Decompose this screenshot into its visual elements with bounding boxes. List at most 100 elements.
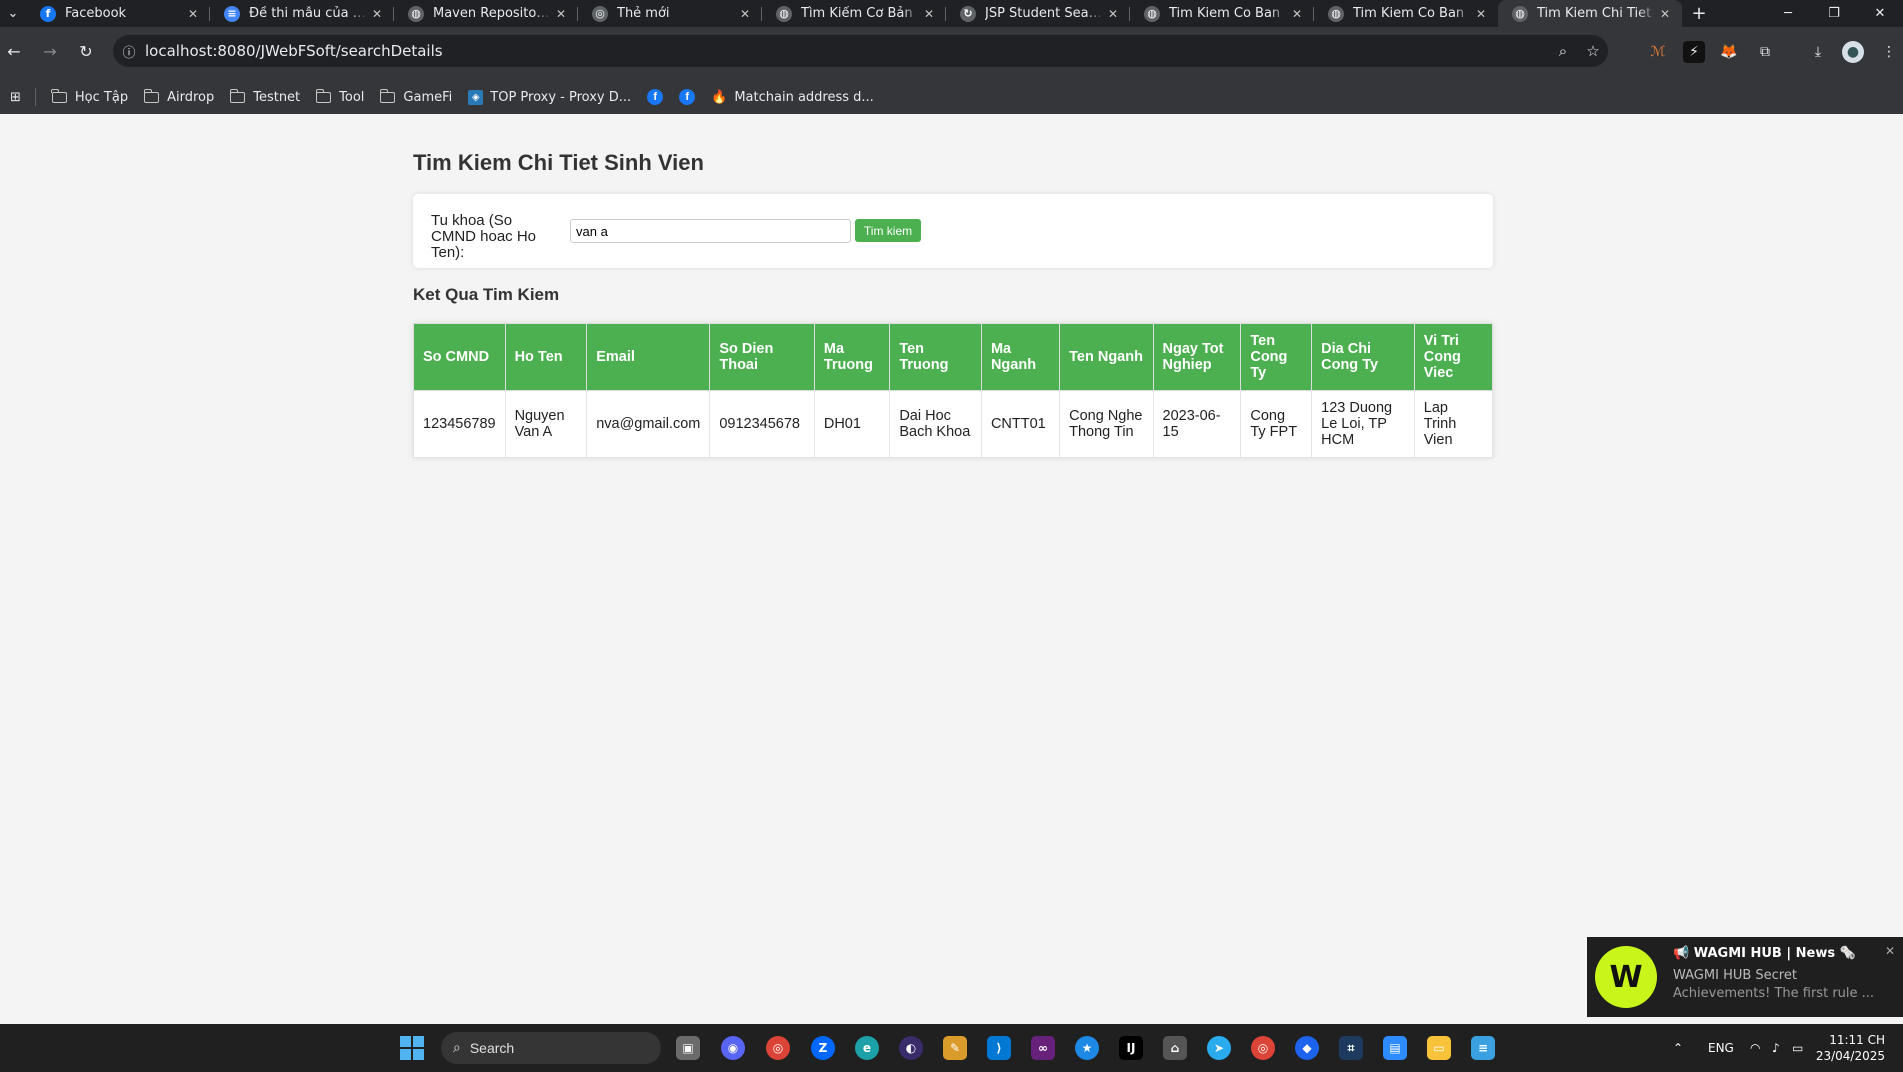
close-tab-icon[interactable]: ✕ xyxy=(1104,5,1122,23)
extension-icon[interactable]: ⚡ xyxy=(1683,41,1705,63)
browser-tab[interactable]: ◍ Tim Kiem Chi Tiet ✕ xyxy=(1498,0,1682,27)
intellij-icon[interactable]: IJ xyxy=(1119,1036,1143,1060)
facebook-icon: f xyxy=(40,5,56,22)
close-tab-icon[interactable]: ✕ xyxy=(184,5,202,23)
table-cell: Cong Ty FPT xyxy=(1240,390,1313,458)
close-tab-icon[interactable]: ✕ xyxy=(368,5,386,23)
close-tab-icon[interactable]: ✕ xyxy=(736,5,754,23)
bookmark-star-icon[interactable]: ☆ xyxy=(1578,42,1608,60)
bookmark-matchain[interactable]: 🔥 Matchain address d... xyxy=(711,90,874,105)
browser-tab[interactable]: ◍ Tim Kiem Co Ban ✕ xyxy=(1130,0,1314,27)
search-input[interactable] xyxy=(570,219,851,243)
table-cell: DH01 xyxy=(813,390,891,458)
close-window-icon[interactable]: ✕ xyxy=(1857,0,1903,27)
chrome-icon[interactable]: ◎ xyxy=(766,1036,790,1060)
metamask-icon[interactable]: 🦊 xyxy=(1718,41,1740,63)
menu-dots-icon[interactable]: ⋮ xyxy=(1878,41,1900,63)
reload-icon[interactable]: ↻ xyxy=(72,37,100,65)
bookmark-folder[interactable]: GameFi xyxy=(379,88,452,105)
address-bar[interactable]: ⓘ localhost:8080/JWebFSoft/searchDetails… xyxy=(113,35,1608,67)
apps-grid-icon[interactable]: ⊞ xyxy=(10,90,21,105)
globe-icon: ◍ xyxy=(1328,5,1344,22)
extensions-puzzle-icon[interactable]: ⧉ xyxy=(1754,41,1776,63)
browser-tab[interactable]: f Facebook ✕ xyxy=(26,0,210,27)
minimize-icon[interactable]: ─ xyxy=(1765,0,1811,27)
tray-chevron-icon[interactable]: ⌃ xyxy=(1673,1024,1683,1072)
close-tab-icon[interactable]: ✕ xyxy=(1472,5,1490,23)
telegram-icon[interactable]: ➤ xyxy=(1207,1036,1231,1060)
new-tab-button[interactable]: + xyxy=(1682,3,1716,24)
zoom-icon[interactable]: ⌕ xyxy=(1548,42,1578,60)
tab-title: JSP Student Search R xyxy=(985,6,1104,21)
tab-title: Tim Kiem Chi Tiet xyxy=(1537,6,1652,21)
download-icon[interactable]: ⤓ xyxy=(1807,41,1829,63)
volume-icon[interactable]: ♪ xyxy=(1772,1024,1780,1072)
bookmark-folder[interactable]: Tool xyxy=(315,88,365,105)
close-tab-icon[interactable]: ✕ xyxy=(1288,5,1306,23)
visual-studio-icon[interactable]: ∞ xyxy=(1031,1036,1055,1060)
url-text[interactable]: localhost:8080/JWebFSoft/searchDetails xyxy=(145,42,1548,60)
close-icon[interactable]: ✕ xyxy=(1885,944,1895,958)
facebook-icon[interactable]: f xyxy=(647,89,664,105)
column-header: Ho Ten xyxy=(504,323,588,391)
language-indicator[interactable]: ENG xyxy=(1708,1024,1734,1072)
file-explorer-icon[interactable]: ▭ xyxy=(1427,1036,1451,1060)
back-icon[interactable]: ← xyxy=(0,37,28,65)
column-header: Vi Tri Cong Viec xyxy=(1413,323,1494,391)
bookmark-label: Tool xyxy=(339,89,365,105)
bookmark-top-proxy[interactable]: ◈ TOP Proxy - Proxy D... xyxy=(468,89,632,105)
browser-tab[interactable]: ↻ JSP Student Search R✕ xyxy=(946,0,1130,27)
browser-tab[interactable]: ◍ Maven Repository: m✕ xyxy=(394,0,578,27)
bookmark-folder[interactable]: Học Tập xyxy=(51,88,128,105)
close-tab-icon[interactable]: ✕ xyxy=(920,5,938,23)
folder-icon xyxy=(143,88,160,103)
table-cell: 123 Duong Le Loi, TP HCM xyxy=(1311,390,1415,458)
remote-icon[interactable]: ▤ xyxy=(1383,1036,1407,1060)
tab-title: Facebook xyxy=(65,6,127,21)
extension-icon[interactable]: ℳ xyxy=(1647,41,1669,63)
chrome-icon[interactable]: ◎ xyxy=(1251,1036,1275,1060)
taskbar-search[interactable]: ⌕ Search xyxy=(441,1032,661,1064)
eclipse-icon[interactable]: ◐ xyxy=(899,1036,923,1060)
zalo-icon[interactable]: Z xyxy=(811,1036,835,1060)
profile-avatar[interactable]: ● xyxy=(1842,41,1864,63)
web-page: Tim Kiem Chi Tiet Sinh Vien Tu khoa (So … xyxy=(0,114,1903,1024)
bookmark-label: TOP Proxy - Proxy D... xyxy=(490,89,632,105)
bookmarks-divider xyxy=(34,88,36,106)
bookmark-folder[interactable]: Testnet xyxy=(229,88,300,105)
search-button[interactable]: Tim kiem xyxy=(855,219,921,242)
store-icon[interactable]: ⌂ xyxy=(1163,1036,1187,1060)
wifi-icon[interactable]: ◠ xyxy=(1750,1024,1760,1072)
close-tab-icon[interactable]: ✕ xyxy=(552,5,570,23)
edge-icon[interactable]: e xyxy=(855,1036,879,1060)
notification-toast[interactable]: W 📢 WAGMI HUB | News 🗞️ WAGMI HUB Secret… xyxy=(1587,937,1903,1017)
tab-search-icon[interactable]: ⌄ xyxy=(0,0,26,27)
docker-icon[interactable]: ◆ xyxy=(1295,1036,1319,1060)
browser-tab[interactable]: ◍ Tim Kiem Co Ban ✕ xyxy=(1314,0,1498,27)
battery-icon[interactable]: ▭ xyxy=(1792,1024,1803,1072)
restore-icon[interactable]: ❐ xyxy=(1811,0,1857,27)
task-view-icon[interactable]: ▣ xyxy=(676,1036,700,1060)
bookmark-folder[interactable]: Airdrop xyxy=(143,88,214,105)
notepad-icon[interactable]: ≡ xyxy=(1471,1036,1495,1060)
facebook-icon[interactable]: f xyxy=(679,89,696,105)
clock-date: 23/04/2025 xyxy=(1815,1049,1885,1063)
table-header-row: So CMND Ho Ten Email So Dien Thoai Ma Truong… xyxy=(413,323,1494,391)
column-header: Ten Cong Ty xyxy=(1240,323,1313,391)
sql-server-icon[interactable]: ⌗ xyxy=(1339,1036,1363,1060)
forward-icon[interactable]: → xyxy=(36,37,64,65)
tool-icon[interactable]: ✎ xyxy=(943,1036,967,1060)
close-tab-icon[interactable]: ✕ xyxy=(1656,5,1674,23)
vscode-icon[interactable]: ⟩ xyxy=(987,1036,1011,1060)
browser-tab[interactable]: ◎ Thẻ mới ✕ xyxy=(578,0,762,27)
clock[interactable]: 11:11 CH 23/04/2025 xyxy=(1816,1032,1885,1064)
column-header: Email xyxy=(586,323,711,391)
notification-line: Achievements! The first rule ... xyxy=(1673,986,1875,1001)
site-info-icon[interactable]: ⓘ xyxy=(113,35,145,67)
globe-icon: ◍ xyxy=(1512,5,1528,22)
app-icon[interactable]: ★ xyxy=(1075,1036,1099,1060)
start-windows-icon[interactable] xyxy=(400,1036,424,1060)
browser-tab[interactable]: ◍ Tìm Kiếm Cơ Bản ✕ xyxy=(762,0,946,27)
discord-icon[interactable]: ◉ xyxy=(721,1036,745,1060)
browser-tab[interactable]: ≡ Đề thi mẫu của Camp✕ xyxy=(210,0,394,27)
